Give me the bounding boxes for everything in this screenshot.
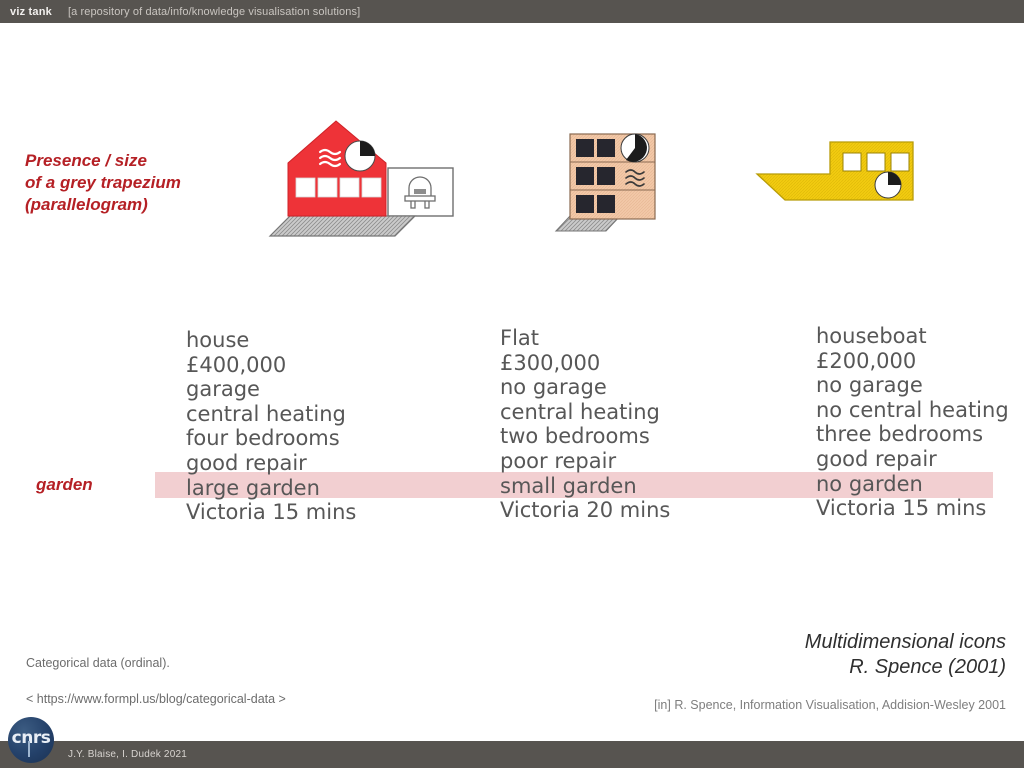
- property-row: £400,000: [186, 352, 287, 377]
- property-row: four bedrooms: [186, 426, 340, 451]
- property-row-garden: no garden: [816, 471, 923, 496]
- flat-icon-svg: [554, 133, 656, 232]
- houseboat-windows: [842, 152, 910, 172]
- houseboat-icon: [745, 140, 930, 212]
- tagline-label: [a repository of data/info/knowledge vis…: [67, 5, 361, 18]
- property-row: no garage: [500, 375, 607, 400]
- footer-credit: J.Y. Blaise, I. Dudek 2021: [68, 749, 187, 760]
- property-row: no garage: [816, 373, 923, 398]
- flat-icon: [548, 128, 668, 238]
- property-row: good repair: [186, 450, 307, 475]
- repair-pie-icon: [620, 133, 650, 163]
- property-row: central heating: [500, 399, 660, 424]
- annotation-presence: Presence / size of a grey trapezium (par…: [25, 150, 265, 216]
- brand-label: viz tank: [10, 5, 52, 18]
- repair-pie-icon: [874, 171, 902, 199]
- footnote-source-url[interactable]: < https://www.formpl.us/blog/categorical…: [26, 692, 286, 706]
- property-row: poor repair: [500, 448, 617, 473]
- property-row: Flat: [500, 326, 540, 350]
- attribution-block: Multidimensional icons R. Spence (2001): [805, 630, 1006, 680]
- property-row: house: [186, 328, 250, 352]
- attribution-author: R. Spence (2001): [849, 656, 1006, 678]
- property-row: Victoria 15 mins: [816, 496, 987, 521]
- property-row: £200,000: [816, 348, 917, 373]
- property-row: central heating: [186, 401, 346, 426]
- property-row: good repair: [816, 446, 937, 471]
- attribution-reference: [in] R. Spence, Information Visualisatio…: [654, 698, 1006, 712]
- property-row: garage: [186, 377, 260, 402]
- cnrs-logo: cnrs: [8, 717, 54, 763]
- cnrs-logo-bar: [28, 741, 30, 757]
- slide-canvas: viz tank [a repository of data/info/know…: [0, 0, 1024, 768]
- house-icon: [248, 118, 458, 238]
- annotation-presence-line3: (parallelogram): [25, 195, 148, 214]
- annotation-presence-line2: of a grey trapezium: [25, 173, 181, 192]
- property-row: £300,000: [500, 350, 601, 375]
- property-row: Victoria 20 mins: [500, 498, 671, 523]
- property-column-houseboat: houseboat £200,000 no garage no central …: [816, 324, 1009, 521]
- property-row: houseboat: [816, 324, 927, 348]
- footnote-categorical: Categorical data (ordinal).: [26, 656, 170, 670]
- property-row-garden: small garden: [500, 473, 637, 498]
- annotation-garden: garden: [36, 475, 93, 494]
- attribution-title: Multidimensional icons: [804, 631, 1006, 653]
- repair-pie-icon: [344, 140, 376, 172]
- property-row-garden: large garden: [186, 475, 320, 500]
- houseboat-icon-svg: [755, 141, 914, 201]
- annotation-presence-line1: Presence / size: [25, 151, 147, 170]
- cnrs-logo-label: cnrs: [11, 728, 51, 748]
- house-garden-parallelogram: [268, 215, 417, 237]
- property-row: three bedrooms: [816, 422, 984, 447]
- property-row: two bedrooms: [500, 424, 650, 449]
- property-column-flat: Flat £300,000 no garage central heating …: [500, 326, 670, 523]
- property-row: no central heating: [816, 397, 1009, 422]
- property-column-house: house £400,000 garage central heating fo…: [186, 328, 356, 525]
- house-icon-svg: [268, 120, 454, 237]
- top-bar: viz tank [a repository of data/info/know…: [0, 0, 1024, 23]
- property-row: Victoria 15 mins: [186, 500, 357, 525]
- house-body: [287, 120, 387, 217]
